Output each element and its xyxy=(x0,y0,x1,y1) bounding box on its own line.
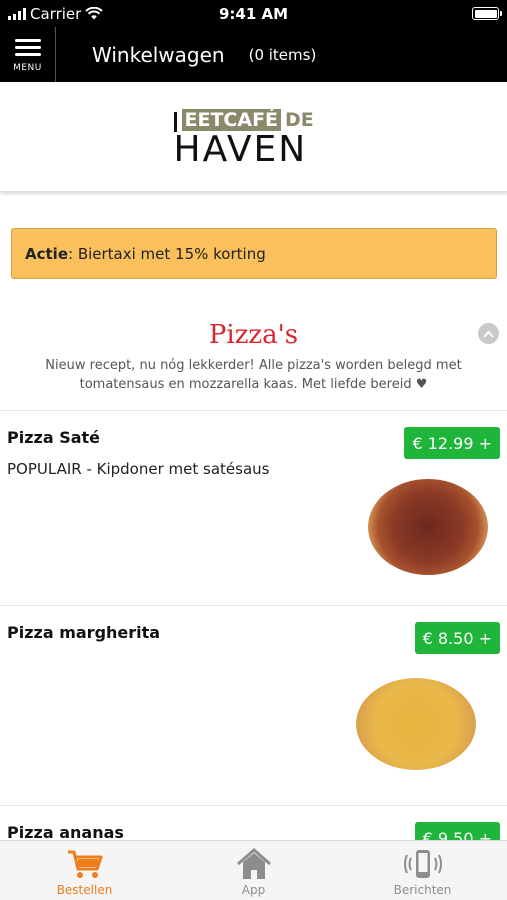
price-button[interactable]: € 8.50 + xyxy=(414,622,500,654)
logo-de: DE xyxy=(285,108,314,131)
carrier-label: Carrier xyxy=(30,4,82,23)
category-description: Nieuw recept, nu nóg lekkerder! Alle piz… xyxy=(45,358,462,392)
pizza-margherita-image xyxy=(356,678,476,770)
menu-item[interactable]: Pizza margherita € 8.50 + xyxy=(0,605,507,805)
promo-banner[interactable]: Actie: Biertaxi met 15% korting xyxy=(11,228,497,279)
tab-bar: Bestellen App Berichten xyxy=(0,840,507,900)
signal-icon xyxy=(8,7,26,20)
logo-haven: HAVEN xyxy=(173,128,308,170)
status-left: Carrier xyxy=(8,4,104,23)
tab-label: App xyxy=(241,883,266,897)
cart-item-count[interactable]: (0 items) xyxy=(249,46,317,64)
promo-text: : Biertaxi met 15% korting xyxy=(68,244,266,263)
menu-item[interactable]: Pizza Saté POPULAIR - Kipdoner met satés… xyxy=(0,410,507,605)
wifi-icon xyxy=(85,7,104,20)
pizza-sate-image xyxy=(368,479,488,575)
restaurant-logo: EETCAFÉ DE HAVEN xyxy=(173,107,334,170)
category-title: Pizza's xyxy=(208,320,299,350)
price-button[interactable]: € 12.99 + xyxy=(404,427,500,459)
tab-label: Bestellen xyxy=(56,883,113,897)
logo-header: EETCAFÉ DE HAVEN xyxy=(0,82,507,192)
tab-label: Berichten xyxy=(393,883,452,897)
menu-button[interactable]: MENU xyxy=(0,27,56,82)
tab-app[interactable]: App xyxy=(169,841,338,900)
battery-icon xyxy=(472,7,502,20)
phone-vibrate-icon xyxy=(403,850,442,878)
page-title[interactable]: Winkelwagen xyxy=(92,43,225,67)
nav-bar: MENU Winkelwagen (0 items) xyxy=(0,27,507,82)
menu-item-list: Pizza Saté POPULAIR - Kipdoner met satés… xyxy=(0,410,507,865)
tab-bestellen[interactable]: Bestellen xyxy=(0,841,169,900)
logo-eetcafe: EETCAFÉ xyxy=(181,108,282,131)
status-bar: Carrier 9:41 AM xyxy=(0,0,507,27)
collapse-icon[interactable] xyxy=(478,323,499,344)
promo-label: Actie xyxy=(25,244,68,263)
item-name: Pizza margherita xyxy=(7,623,161,642)
hamburger-icon xyxy=(14,38,41,42)
item-name: Pizza Saté xyxy=(7,428,101,447)
category-header: Pizza's Nieuw recept, nu nóg lekkerder! … xyxy=(0,320,507,394)
item-description: POPULAIR - Kipdoner met satésaus xyxy=(7,460,270,478)
home-icon xyxy=(236,848,271,879)
menu-label: MENU xyxy=(13,62,42,73)
tab-berichten[interactable]: Berichten xyxy=(338,841,507,900)
cart-icon xyxy=(67,850,102,878)
